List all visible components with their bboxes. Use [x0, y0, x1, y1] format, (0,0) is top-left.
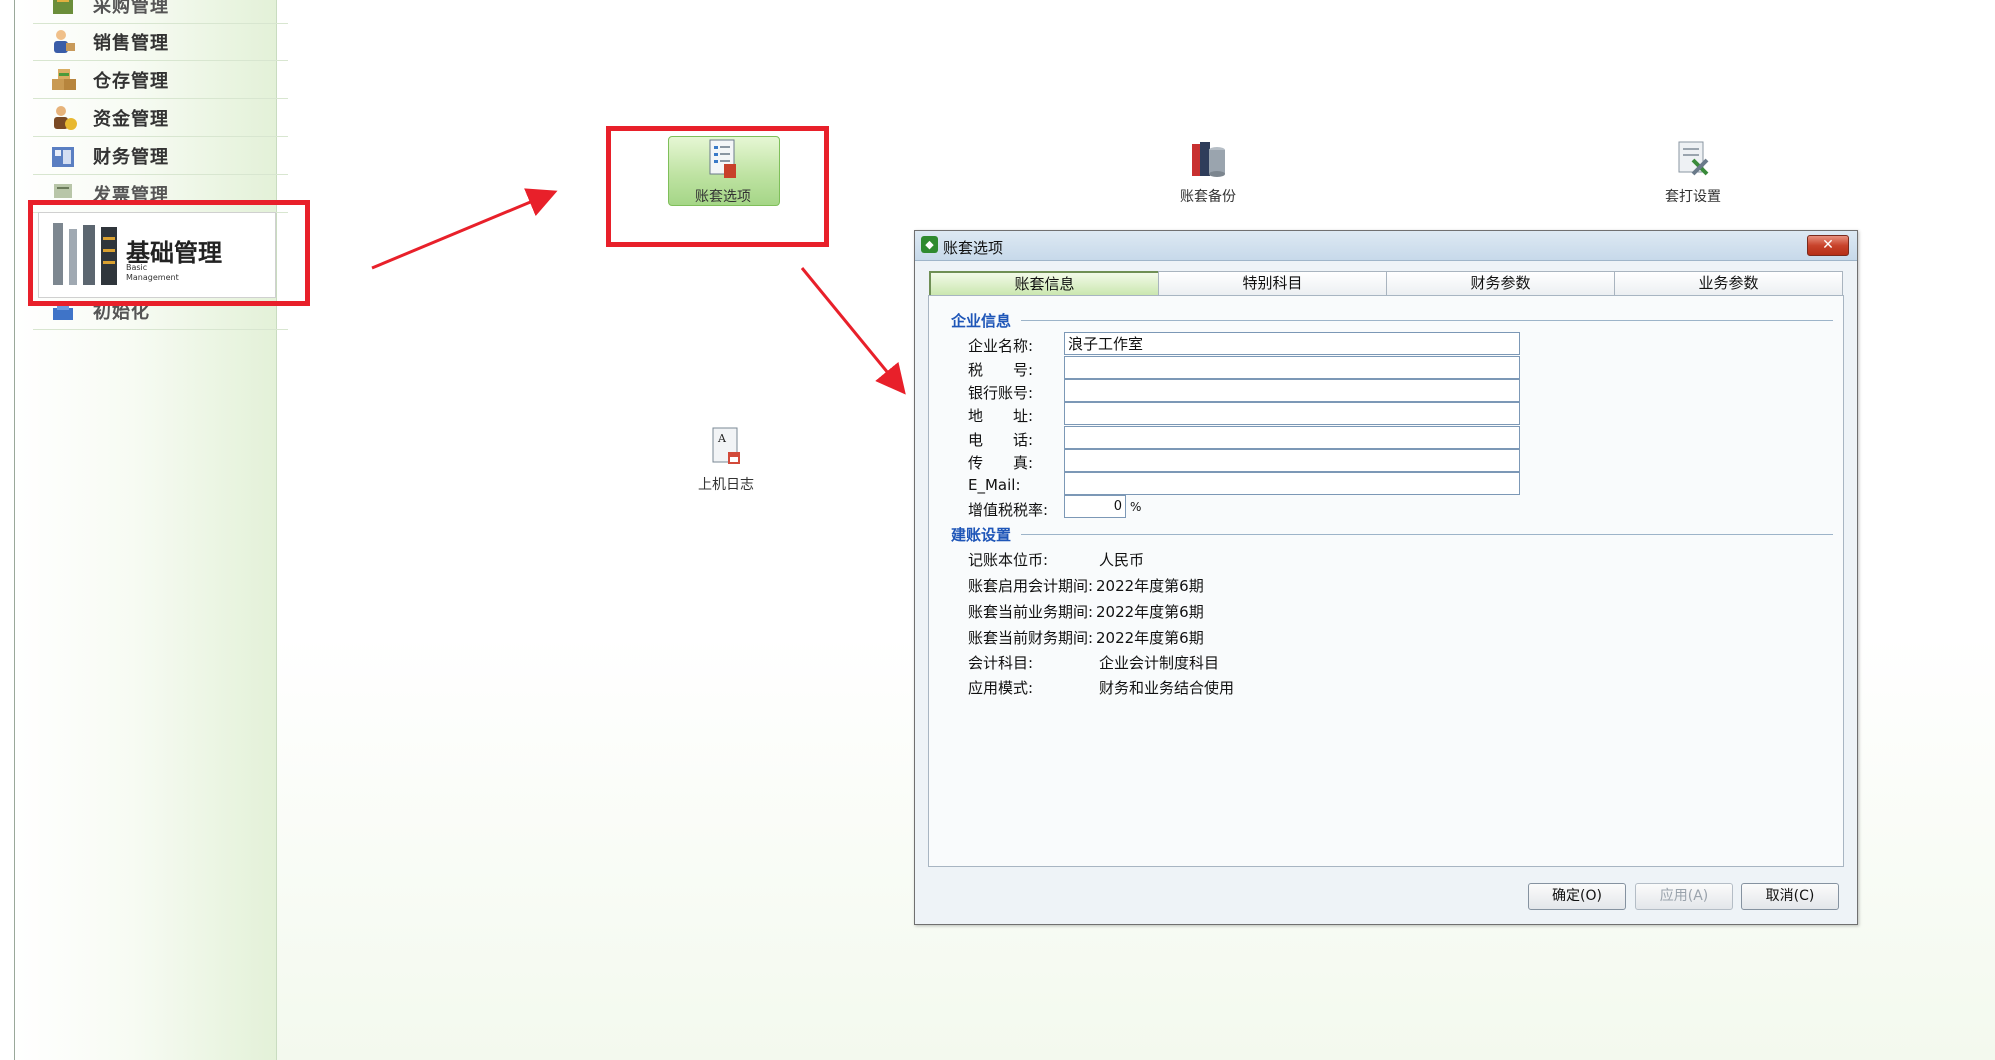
section-divider — [1021, 320, 1833, 321]
email-input[interactable] — [1064, 472, 1520, 495]
tool-operation-log[interactable]: A 上机日志 — [686, 426, 766, 494]
value-finance-period: 2022年度第6期 — [1096, 629, 1204, 647]
dialog-titlebar[interactable]: ◆ 账套选项 ✕ — [915, 231, 1857, 261]
label-business-period: 账套当前业务期间: — [968, 603, 1094, 621]
apply-button[interactable]: 应用(A) — [1635, 883, 1733, 910]
tab-business-params[interactable]: 业务参数 — [1614, 271, 1843, 296]
dialog-title: 账套选项 — [943, 239, 1004, 257]
cancel-button[interactable]: 取消(C) — [1741, 883, 1839, 910]
ok-button[interactable]: 确定(O) — [1528, 883, 1626, 910]
fax-input[interactable] — [1064, 449, 1520, 472]
company-name-input[interactable] — [1064, 332, 1520, 355]
address-input[interactable] — [1064, 402, 1520, 425]
value-accounts: 企业会计制度科目 — [1099, 654, 1220, 672]
log-document-icon: A — [712, 427, 740, 464]
section-divider — [1021, 534, 1833, 535]
label-currency: 记账本位币: — [968, 551, 1049, 569]
label-mode: 应用模式: — [968, 679, 1034, 697]
tool-label: 账套备份 — [1180, 189, 1236, 205]
label-fax: 传 真: — [968, 454, 1034, 472]
tab-panel-account-info: 企业信息 企业名称: 税 号: 银行账号: 地 址: 电 话: 传 真: E_M… — [928, 295, 1844, 867]
label-bank-account: 银行账号: — [968, 384, 1034, 402]
label-email: E_Mail: — [968, 476, 1021, 494]
bank-account-input[interactable] — [1064, 379, 1520, 402]
label-finance-period: 账套当前财务期间: — [968, 629, 1094, 647]
print-setup-icon — [1678, 141, 1709, 176]
account-options-dialog: ◆ 账套选项 ✕ 账套信息 特别科目 财务参数 业务参数 企业信息 企业名称: … — [914, 230, 1858, 925]
vat-rate-input[interactable] — [1064, 495, 1126, 518]
value-currency: 人民币 — [1099, 551, 1145, 569]
label-tax-no: 税 号: — [968, 361, 1034, 379]
tab-special-accounts[interactable]: 特别科目 — [1158, 271, 1387, 296]
value-business-period: 2022年度第6期 — [1096, 603, 1204, 621]
tax-no-input[interactable] — [1064, 356, 1520, 379]
label-accounts: 会计科目: — [968, 654, 1034, 672]
tab-bar: 账套信息 特别科目 财务参数 业务参数 — [929, 271, 1843, 298]
tool-label: 上机日志 — [698, 477, 754, 493]
tool-print-setup[interactable]: 套打设置 — [1638, 138, 1748, 206]
tool-account-backup[interactable]: 账套备份 — [1158, 138, 1258, 206]
label-company-name: 企业名称: — [968, 337, 1034, 355]
tool-label: 套打设置 — [1665, 189, 1721, 205]
value-start-period: 2022年度第6期 — [1096, 577, 1204, 595]
value-mode: 财务和业务结合使用 — [1099, 679, 1235, 697]
backup-books-icon — [1192, 142, 1225, 177]
phone-input[interactable] — [1064, 426, 1520, 449]
label-start-period: 账套启用会计期间: — [968, 577, 1094, 595]
tab-account-info[interactable]: 账套信息 — [929, 271, 1160, 298]
section-title-setup: 建账设置 — [951, 526, 1012, 544]
label-address: 地 址: — [968, 407, 1034, 425]
app-icon: ◆ — [921, 236, 938, 253]
section-title-company: 企业信息 — [951, 312, 1012, 330]
tab-finance-params[interactable]: 财务参数 — [1386, 271, 1615, 296]
label-vat-rate: 增值税税率: — [968, 501, 1049, 519]
svg-text:A: A — [717, 432, 727, 445]
annotation-highlight-tool — [606, 126, 829, 247]
label-phone: 电 话: — [968, 431, 1034, 449]
close-button[interactable]: ✕ — [1807, 235, 1849, 256]
percent-unit: % — [1130, 500, 1142, 514]
